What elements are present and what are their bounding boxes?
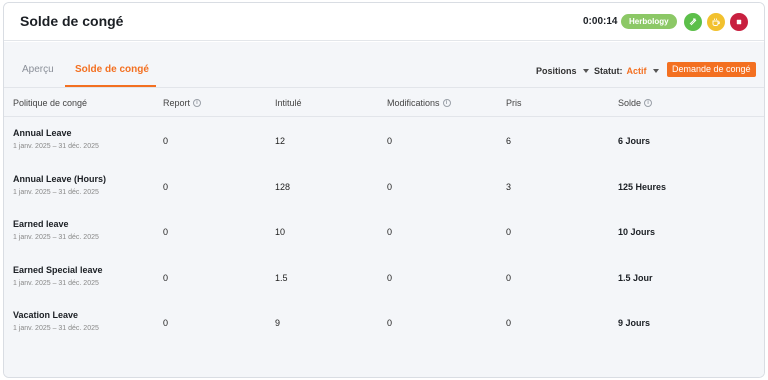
report-value: 0 (163, 227, 169, 237)
positions-filter[interactable]: Positions (536, 66, 589, 76)
chevron-down-icon (652, 69, 659, 73)
leave-request-button[interactable]: Demande de congé (667, 62, 756, 77)
column-header-intitule: Intitulé (275, 98, 302, 108)
pris-value: 0 (506, 318, 512, 328)
pris-value: 6 (506, 136, 512, 146)
page-title: Solde de congé (20, 13, 124, 29)
solde-value: 6 Jours (618, 136, 651, 146)
switch-task-button[interactable] (684, 13, 702, 31)
policy-period: 1 janv. 2025 – 31 déc. 2025 (13, 234, 99, 241)
info-icon[interactable]: i (644, 99, 653, 107)
table-row[interactable]: Earned Special leave 1 janv. 2025 – 31 d… (4, 254, 764, 300)
top-bar: Solde de congé 0:00:14 Herbology (4, 3, 764, 41)
column-header-pris: Pris (506, 98, 522, 108)
report-value: 0 (163, 318, 169, 328)
swap-arrows-icon (689, 18, 697, 26)
column-header-policy: Politique de congé (13, 98, 88, 108)
solde-value: 125 Heures (618, 181, 667, 192)
column-header-report: Report i (163, 98, 202, 108)
policy-name: Earned leave (13, 219, 69, 229)
policy-name: Earned Special leave (13, 264, 103, 275)
modifications-value: 0 (387, 181, 393, 192)
intitule-value: 9 (275, 318, 281, 328)
intitule-value: 1.5 (275, 272, 288, 283)
modifications-value: 0 (387, 272, 393, 283)
timer-display: 0:00:14 (583, 16, 618, 27)
positions-filter-label: Positions (536, 66, 577, 76)
intitule-value: 128 (275, 181, 291, 192)
modifications-value: 0 (387, 318, 393, 328)
solde-value: 9 Jours (618, 318, 651, 328)
stop-timer-button[interactable] (730, 13, 748, 31)
solde-value: 1.5 Jour (618, 272, 653, 283)
tabs-bar: Aperçu Solde de congé Positions Statut: … (4, 42, 764, 88)
stop-icon (736, 19, 742, 25)
tab-solde-de-conge[interactable]: Solde de congé (75, 64, 149, 75)
policy-name: Annual Leave (13, 128, 72, 138)
table-header: Politique de congé Report i Intitulé Mod… (4, 89, 764, 117)
solde-value: 10 Jours (618, 227, 656, 237)
policy-period: 1 janv. 2025 – 31 déc. 2025 (13, 143, 99, 150)
table-row[interactable]: Vacation Leave 1 janv. 2025 – 31 déc. 20… (4, 299, 764, 345)
table-row[interactable]: Earned leave 1 janv. 2025 – 31 déc. 2025… (4, 208, 764, 254)
report-value: 0 (163, 136, 169, 146)
policy-name: Vacation Leave (13, 310, 79, 320)
info-icon[interactable]: i (193, 99, 202, 107)
active-tab-indicator (65, 85, 156, 87)
info-icon[interactable]: i (442, 99, 451, 107)
policy-name: Annual Leave (Hours) (13, 173, 107, 184)
modifications-value: 0 (387, 227, 393, 237)
main-content: Aperçu Solde de congé Positions Statut: … (4, 42, 764, 377)
break-button[interactable] (707, 13, 725, 31)
pris-value: 3 (506, 181, 512, 192)
table-row[interactable]: Annual Leave (Hours) 1 janv. 2025 – 31 d… (4, 163, 764, 209)
coffee-icon (712, 18, 720, 26)
tab-apercu[interactable]: Aperçu (22, 64, 54, 75)
statut-filter[interactable]: Statut: Actif (594, 66, 659, 76)
modifications-value: 0 (387, 136, 393, 146)
statut-filter-value: Actif (626, 66, 647, 76)
policy-period: 1 janv. 2025 – 31 déc. 2025 (13, 279, 99, 287)
pris-value: 0 (506, 272, 512, 283)
app-window: Solde de congé 0:00:14 Herbology Aperçu … (3, 2, 765, 378)
leave-balance-table: Politique de congé Report i Intitulé Mod… (4, 89, 764, 345)
column-header-modifications: Modifications i (387, 98, 451, 108)
intitule-value: 10 (275, 227, 286, 237)
policy-period: 1 janv. 2025 – 31 déc. 2025 (13, 188, 99, 196)
table-row[interactable]: Annual Leave 1 janv. 2025 – 31 déc. 2025… (4, 117, 764, 163)
chevron-down-icon (582, 69, 589, 73)
report-value: 0 (163, 181, 169, 192)
report-value: 0 (163, 272, 169, 283)
intitule-value: 12 (275, 136, 286, 146)
statut-filter-label: Statut: (594, 66, 623, 76)
policy-period: 1 janv. 2025 – 31 déc. 2025 (13, 325, 99, 332)
column-header-solde: Solde i (618, 98, 653, 108)
project-badge[interactable]: Herbology (621, 14, 677, 29)
pris-value: 0 (506, 227, 512, 237)
